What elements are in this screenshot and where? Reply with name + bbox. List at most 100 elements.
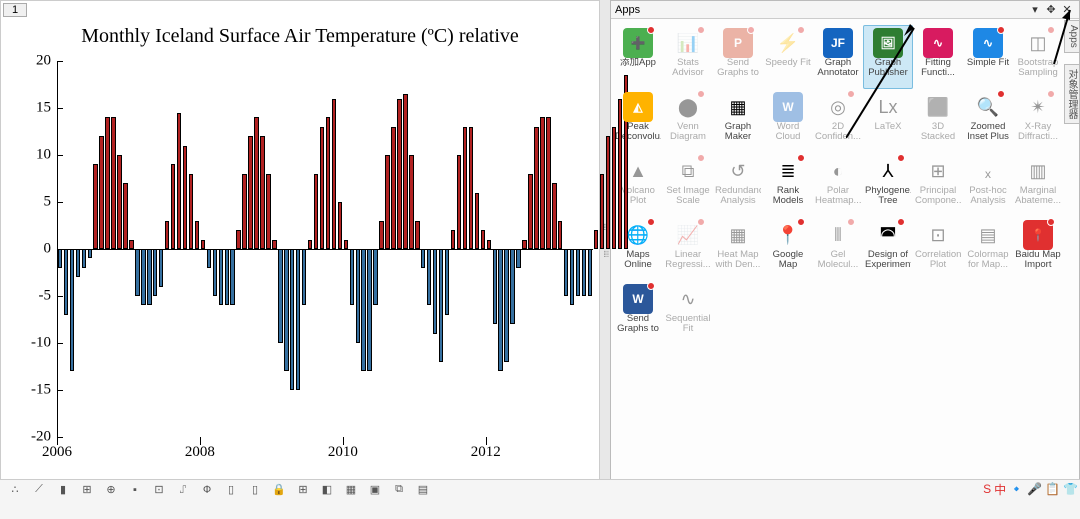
bar[interactable] <box>350 249 354 305</box>
toolbar-button[interactable]: ⊞ <box>294 482 312 498</box>
toolbar-button[interactable]: ⟋ <box>30 482 48 498</box>
chart-tab[interactable]: 1 <box>3 3 27 17</box>
bar[interactable] <box>159 249 163 287</box>
bar[interactable] <box>111 117 115 249</box>
bar[interactable] <box>129 240 133 249</box>
toolbar-button[interactable]: ⊞ <box>78 482 96 498</box>
bar[interactable] <box>391 127 395 249</box>
bar[interactable] <box>421 249 425 268</box>
bar[interactable] <box>272 240 276 249</box>
app-item[interactable]: ➕添加App <box>613 25 663 89</box>
bar[interactable] <box>546 117 550 249</box>
app-item[interactable]: ∿Sequential Fit <box>663 281 713 345</box>
bar[interactable] <box>183 146 187 249</box>
app-item[interactable]: ⊞Principal Compone... <box>913 153 963 217</box>
bar[interactable] <box>594 230 598 249</box>
tray-icon[interactable]: 👕 <box>1063 482 1078 496</box>
bar[interactable] <box>93 164 97 249</box>
side-tab-object-manager[interactable]: 对象管理器 <box>1064 64 1080 124</box>
apps-close-button[interactable]: ✕ <box>1059 3 1075 16</box>
bar[interactable] <box>308 240 312 249</box>
bar[interactable] <box>314 174 318 249</box>
tray-icon[interactable]: 🔹 <box>1009 482 1024 496</box>
bar[interactable] <box>153 249 157 296</box>
bar[interactable] <box>588 249 592 296</box>
bar[interactable] <box>260 136 264 249</box>
bar[interactable] <box>82 249 86 268</box>
bar[interactable] <box>344 240 348 249</box>
bar[interactable] <box>64 249 68 315</box>
bar[interactable] <box>498 249 502 371</box>
toolbar-button[interactable]: 🔒 <box>270 482 288 498</box>
app-item[interactable]: ∿Fitting Functi... <box>913 25 963 89</box>
bar[interactable] <box>445 249 449 315</box>
bar[interactable] <box>225 249 229 305</box>
bar[interactable] <box>367 249 371 371</box>
app-item[interactable]: LxLaTeX <box>863 89 913 153</box>
bar[interactable] <box>332 99 336 249</box>
toolbar-button[interactable]: ◧ <box>318 482 336 498</box>
bar[interactable] <box>552 183 556 249</box>
bar[interactable] <box>373 249 377 305</box>
app-item[interactable]: JFGraph Annotator <box>813 25 863 89</box>
bar[interactable] <box>195 221 199 249</box>
bar[interactable] <box>189 174 193 249</box>
apps-pin-button[interactable]: ✥ <box>1043 3 1059 16</box>
toolbar-button[interactable]: ⊡ <box>150 482 168 498</box>
bar[interactable] <box>379 221 383 249</box>
app-item[interactable]: ⬤Venn Diagram <box>663 89 713 153</box>
bar[interactable] <box>284 249 288 371</box>
app-item[interactable]: ◎2D Confiden... <box>813 89 863 153</box>
bar[interactable] <box>338 202 342 249</box>
bar[interactable] <box>242 174 246 249</box>
bar[interactable] <box>70 249 74 371</box>
app-item[interactable]: ≣Rank Models <box>763 153 813 217</box>
bar[interactable] <box>165 221 169 249</box>
bar[interactable] <box>290 249 294 390</box>
app-item[interactable]: ◚Design of Experiments <box>863 217 913 281</box>
toolbar-button[interactable]: Ф <box>198 482 216 498</box>
tray-icon[interactable]: 中 <box>994 481 1006 498</box>
app-item[interactable]: ⅄Phylogene... Tree <box>863 153 913 217</box>
bar[interactable] <box>296 249 300 390</box>
bar[interactable] <box>582 249 586 296</box>
bar[interactable] <box>564 249 568 296</box>
bar[interactable] <box>356 249 360 343</box>
toolbar-button[interactable]: ∴ <box>6 482 24 498</box>
bar[interactable] <box>439 249 443 362</box>
bar[interactable] <box>612 127 616 249</box>
bar[interactable] <box>135 249 139 296</box>
chart-window[interactable]: 1 Monthly Iceland Surface Air Temperatur… <box>0 0 600 480</box>
toolbar-button[interactable]: ▦ <box>342 482 360 498</box>
bar[interactable] <box>326 117 330 249</box>
bar[interactable] <box>88 249 92 258</box>
toolbar-button[interactable]: ▯ <box>246 482 264 498</box>
bar[interactable] <box>278 249 282 343</box>
bar[interactable] <box>302 249 306 305</box>
bar[interactable] <box>403 94 407 249</box>
toolbar-button[interactable]: ▪ <box>126 482 144 498</box>
app-item[interactable]: ⦀Gel Molecul... <box>813 217 863 281</box>
bar[interactable] <box>493 249 497 324</box>
bar[interactable] <box>147 249 151 305</box>
bar[interactable] <box>457 155 461 249</box>
bar[interactable] <box>540 117 544 249</box>
tray-icon[interactable]: S <box>983 482 991 496</box>
app-item[interactable]: 🖼Graph Publisher <box>863 25 913 89</box>
bar[interactable] <box>105 117 109 249</box>
toolbar-button[interactable]: ⑀ <box>174 482 192 498</box>
bar[interactable] <box>361 249 365 371</box>
bar[interactable] <box>427 249 431 305</box>
bar[interactable] <box>201 240 205 249</box>
app-item[interactable]: PSend Graphs to PowerP... <box>713 25 763 89</box>
app-item[interactable]: ⚡Speedy Fit <box>763 25 813 89</box>
bar[interactable] <box>76 249 80 277</box>
bar[interactable] <box>570 249 574 305</box>
app-item[interactable]: ▥Marginal Abateme... <box>1013 153 1063 217</box>
app-item[interactable]: ∿Simple Fit <box>963 25 1013 89</box>
bar[interactable] <box>481 230 485 249</box>
toolbar-button[interactable]: ⊕ <box>102 482 120 498</box>
bar[interactable] <box>415 221 419 249</box>
bar[interactable] <box>600 174 604 249</box>
bar[interactable] <box>99 136 103 249</box>
